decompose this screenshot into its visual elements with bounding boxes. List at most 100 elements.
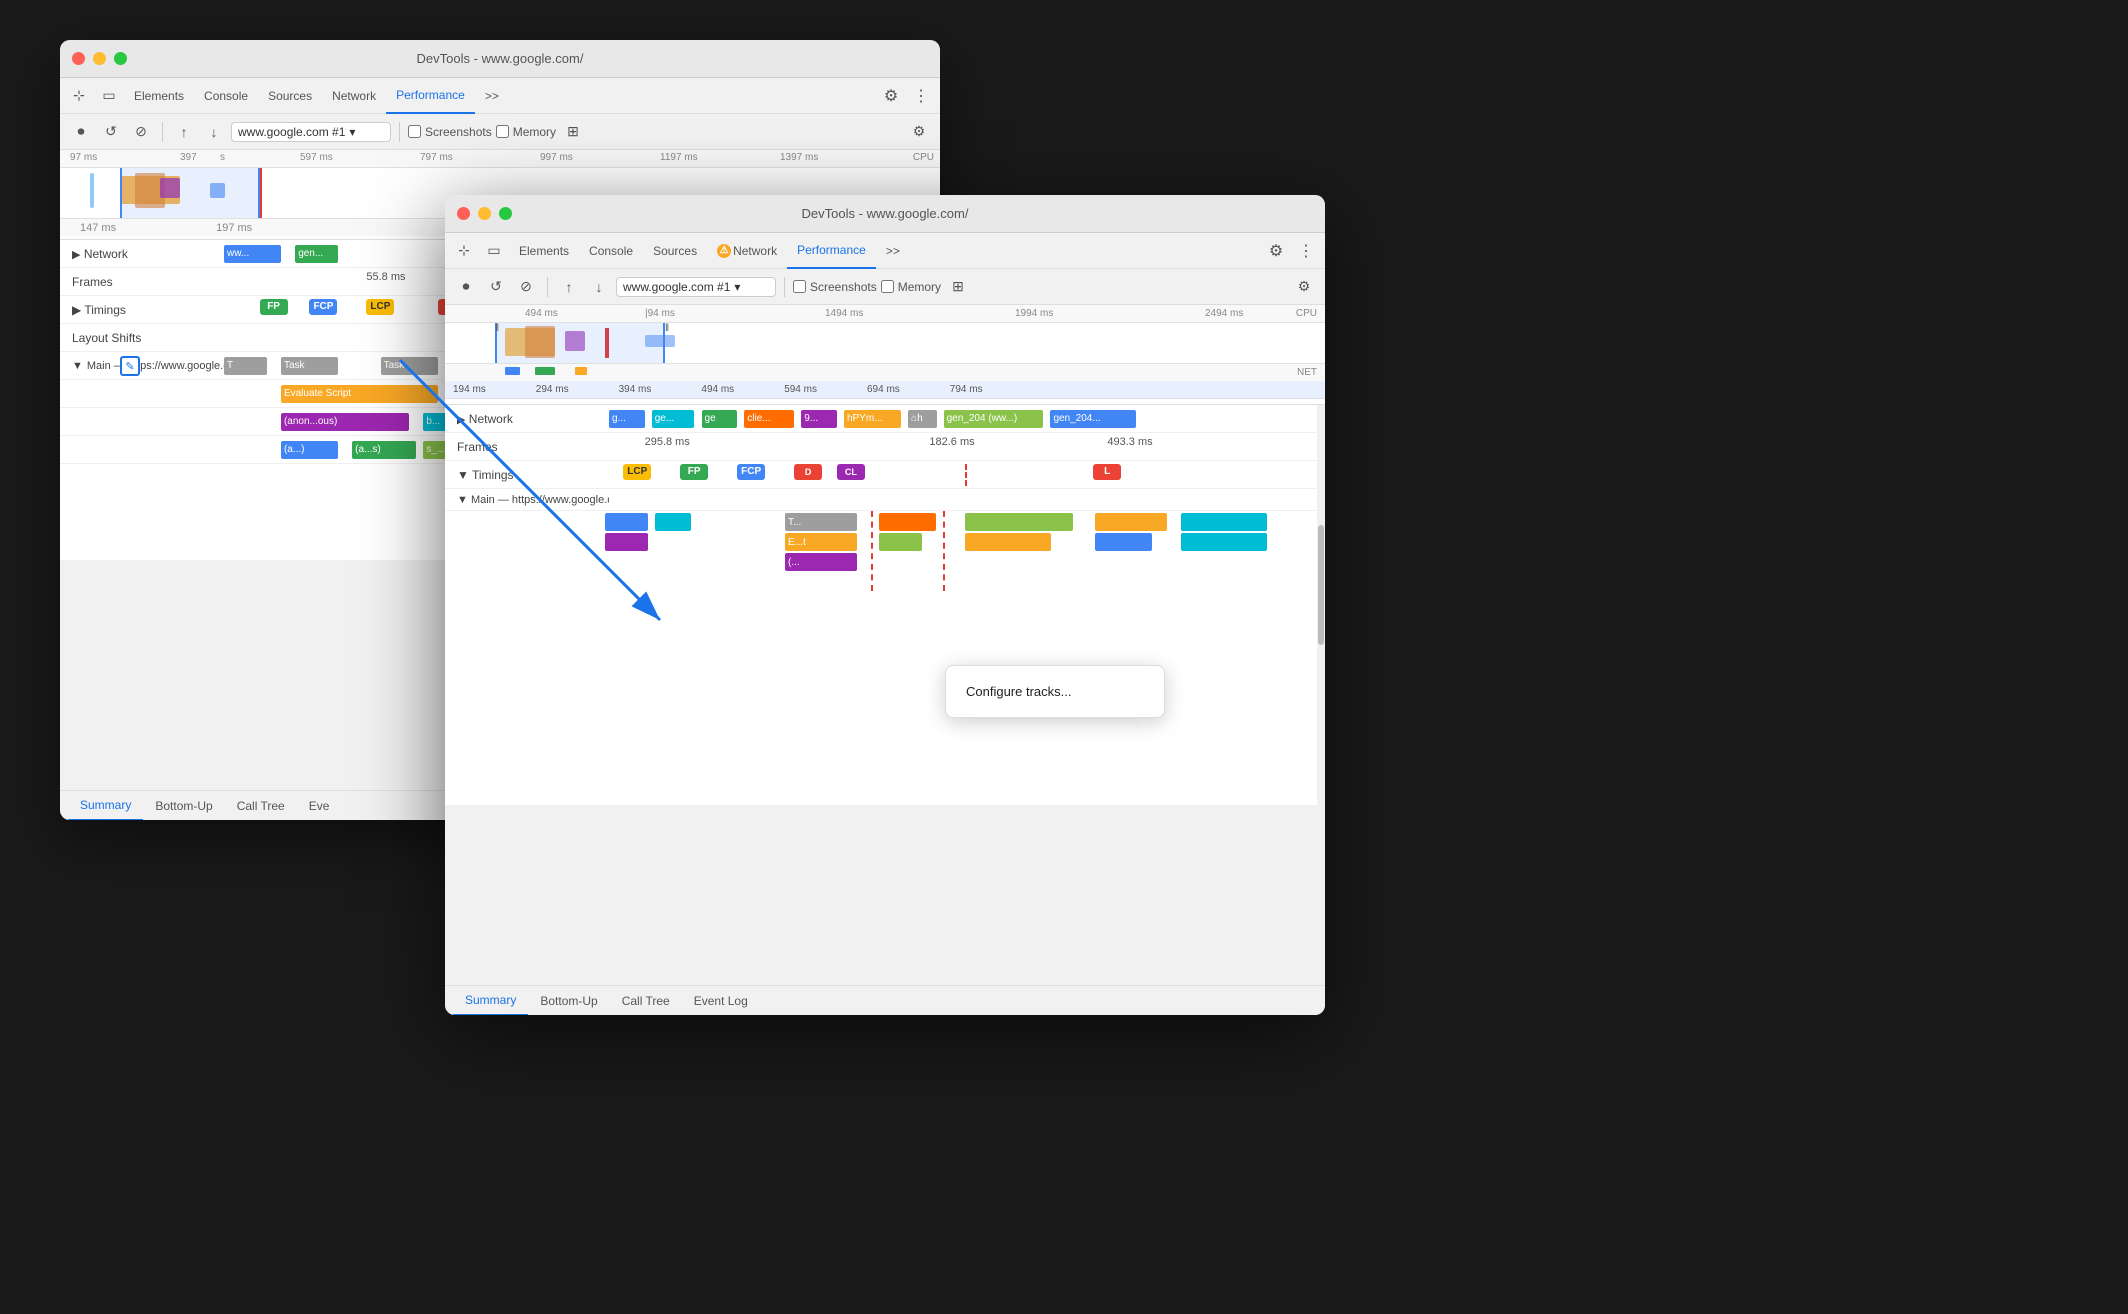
timeline-selection-front bbox=[495, 323, 665, 363]
task-rows-front: T... E...t (... bbox=[445, 511, 1325, 591]
maximize-button-back[interactable] bbox=[114, 52, 127, 65]
screenshots-checkbox-back[interactable]: Screenshots bbox=[408, 125, 492, 139]
tick-s: s bbox=[220, 152, 225, 163]
time-694: 694 ms bbox=[867, 384, 900, 395]
inspect-icon-back[interactable]: ⊹ bbox=[64, 81, 94, 111]
window-controls-front[interactable] bbox=[457, 207, 512, 220]
tick-494-top: 494 ms bbox=[525, 308, 558, 319]
more-icon-back[interactable]: ⋮ bbox=[906, 81, 936, 111]
eventlog-tab-back[interactable]: Eve bbox=[297, 791, 342, 821]
time-494: 494 ms bbox=[701, 384, 734, 395]
bottom-tabs-front: Summary Bottom-Up Call Tree Event Log bbox=[445, 985, 1325, 1015]
main-content-front bbox=[609, 489, 1321, 511]
minimize-button-back[interactable] bbox=[93, 52, 106, 65]
frames-label-front: Frames bbox=[449, 440, 609, 454]
tick-597: 597 ms bbox=[300, 152, 333, 163]
tick-97ms: 97 ms bbox=[70, 152, 97, 163]
nf-bar-hpym: hPYm... bbox=[844, 410, 901, 428]
download-btn-back[interactable]: ↓ bbox=[201, 119, 227, 145]
tab-more-back[interactable]: >> bbox=[475, 78, 509, 114]
device-icon-front[interactable]: ▭ bbox=[479, 236, 509, 266]
summary-tab-front[interactable]: Summary bbox=[453, 986, 528, 1016]
badge-lcp-front: LCP bbox=[623, 464, 651, 480]
nf-bar-gen204b: gen_204... bbox=[1050, 410, 1135, 428]
tab-network-back[interactable]: Network bbox=[322, 78, 386, 114]
upload-btn-back[interactable]: ↑ bbox=[171, 119, 197, 145]
time-294: 294 ms bbox=[536, 384, 569, 395]
capture-icon-back[interactable]: ⚙ bbox=[906, 119, 932, 145]
badge-l-front: L bbox=[1093, 464, 1121, 480]
configure-tracks-item[interactable]: Configure tracks... bbox=[946, 674, 1164, 709]
settings-icon-front[interactable]: ⚙ bbox=[1261, 236, 1291, 266]
record-btn-front[interactable]: ⏺ bbox=[453, 274, 479, 300]
main-row-front: ▼ Main — https://www.google.com/ bbox=[445, 489, 1325, 511]
devtools-window-front: DevTools - www.google.com/ ⊹ ▭ Elements … bbox=[445, 195, 1325, 1015]
titlebar-back: DevTools - www.google.com/ bbox=[60, 40, 940, 78]
tab-elements-front[interactable]: Elements bbox=[509, 233, 579, 269]
screenshots-checkbox-front[interactable]: Screenshots bbox=[793, 280, 877, 294]
tab-performance-front[interactable]: Performance bbox=[787, 233, 876, 269]
close-button-back[interactable] bbox=[72, 52, 85, 65]
task-bar-2: Task bbox=[281, 357, 338, 375]
tick-1494: 1494 ms bbox=[825, 308, 863, 319]
tab-performance-back[interactable]: Performance bbox=[386, 78, 475, 114]
cpu-label-back: CPU bbox=[913, 152, 934, 163]
reload-btn-front[interactable]: ↺ bbox=[483, 274, 509, 300]
devtools-tabs-back: ⊹ ▭ Elements Console Sources Network Per… bbox=[60, 78, 940, 114]
network-icon-back[interactable]: ⊞ bbox=[560, 119, 586, 145]
network-icon-front[interactable]: ⊞ bbox=[945, 274, 971, 300]
misc-bar-7 bbox=[605, 533, 648, 551]
misc-bar-10 bbox=[1095, 533, 1153, 551]
nf-bar-9: 9... bbox=[801, 410, 837, 428]
device-icon-back[interactable]: ▭ bbox=[94, 81, 124, 111]
tab-more-front[interactable]: >> bbox=[876, 233, 910, 269]
inspect-icon-front[interactable]: ⊹ bbox=[449, 236, 479, 266]
upload-btn-front[interactable]: ↑ bbox=[556, 274, 582, 300]
time-594: 594 ms bbox=[784, 384, 817, 395]
task-bar-3: Task bbox=[381, 357, 438, 375]
bottomup-tab-front[interactable]: Bottom-Up bbox=[528, 986, 609, 1016]
close-button-front[interactable] bbox=[457, 207, 470, 220]
clear-btn-back[interactable]: ⊘ bbox=[128, 119, 154, 145]
timeline-overview-front: 494 ms |94 ms 1494 ms 1994 ms 2494 ms CP… bbox=[445, 305, 1325, 405]
reload-btn-back[interactable]: ↺ bbox=[98, 119, 124, 145]
devtools-tabs-front: ⊹ ▭ Elements Console Sources ⚠Network Pe… bbox=[445, 233, 1325, 269]
tab-network-front[interactable]: ⚠Network bbox=[707, 233, 787, 269]
tab-sources-front[interactable]: Sources bbox=[643, 233, 707, 269]
calltree-tab-front[interactable]: Call Tree bbox=[610, 986, 682, 1016]
memory-checkbox-back[interactable]: Memory bbox=[496, 125, 556, 139]
nf-bar-g: g... bbox=[609, 410, 645, 428]
minimize-button-front[interactable] bbox=[478, 207, 491, 220]
bottomup-tab-back[interactable]: Bottom-Up bbox=[143, 791, 224, 821]
summary-tab-back[interactable]: Summary bbox=[68, 791, 143, 821]
nf-bar-gen204: gen_204 (ww...) bbox=[944, 410, 1044, 428]
network-content-front: g... ge... ge clie... 9... hPYm... ⌂h ge… bbox=[609, 408, 1321, 430]
toolbar-front: ⏺ ↺ ⊘ ↑ ↓ www.google.com #1 ▾ Screenshot… bbox=[445, 269, 1325, 305]
capture-icon-front[interactable]: ⚙ bbox=[1291, 274, 1317, 300]
tab-console-back[interactable]: Console bbox=[194, 78, 258, 114]
download-btn-front[interactable]: ↓ bbox=[586, 274, 612, 300]
eventlog-tab-front[interactable]: Event Log bbox=[682, 986, 760, 1016]
clear-btn-front[interactable]: ⊘ bbox=[513, 274, 539, 300]
task-bar-1: T bbox=[224, 357, 267, 375]
misc-bar-3 bbox=[879, 513, 937, 531]
settings-icon-back[interactable]: ⚙ bbox=[876, 81, 906, 111]
net-label-front: NET bbox=[1297, 367, 1317, 378]
frames-content-front: 295.8 ms 182.6 ms 493.3 ms bbox=[609, 436, 1321, 458]
tab-sources-back[interactable]: Sources bbox=[258, 78, 322, 114]
record-btn-back[interactable]: ⏺ bbox=[68, 119, 94, 145]
url-selector-back[interactable]: www.google.com #1 ▾ bbox=[231, 122, 391, 142]
misc-bar-9 bbox=[965, 533, 1051, 551]
edit-icon-btn[interactable]: ✎ bbox=[120, 360, 140, 372]
window-controls-back[interactable] bbox=[72, 52, 127, 65]
tab-console-front[interactable]: Console bbox=[579, 233, 643, 269]
url-selector-front[interactable]: www.google.com #1 ▾ bbox=[616, 277, 776, 297]
more-icon-front[interactable]: ⋮ bbox=[1291, 236, 1321, 266]
calltree-tab-back[interactable]: Call Tree bbox=[225, 791, 297, 821]
memory-checkbox-front[interactable]: Memory bbox=[881, 280, 941, 294]
tab-elements-back[interactable]: Elements bbox=[124, 78, 194, 114]
main-label-front: ▼ Main — https://www.google.com/ bbox=[449, 494, 609, 506]
paren-bar: (... bbox=[785, 553, 857, 571]
maximize-button-front[interactable] bbox=[499, 207, 512, 220]
tick-1994: 1994 ms bbox=[1015, 308, 1053, 319]
